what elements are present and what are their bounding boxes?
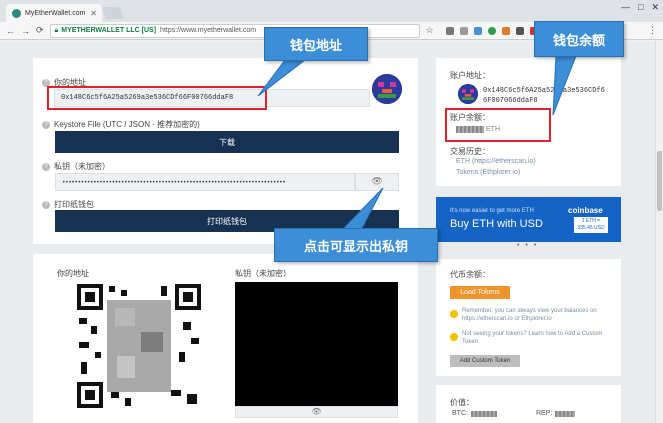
wallet-address-callout-text: 钱包地址 [289,37,342,53]
wallet-balance-callout-text: 钱包余额 [552,32,605,48]
callout-pointers [257,55,577,233]
wallet-address-pointer [257,59,307,97]
wallet-balance-callout: 钱包余额 [534,21,624,57]
show-private-key-callout: 点击可显示出私钥 [274,228,438,262]
wallet-balance-pointer [552,55,577,116]
show-private-key-callout-text: 点击可显示出私钥 [303,238,408,254]
wallet-address-callout: 钱包地址 [264,27,368,61]
private-key-pointer [338,187,384,233]
